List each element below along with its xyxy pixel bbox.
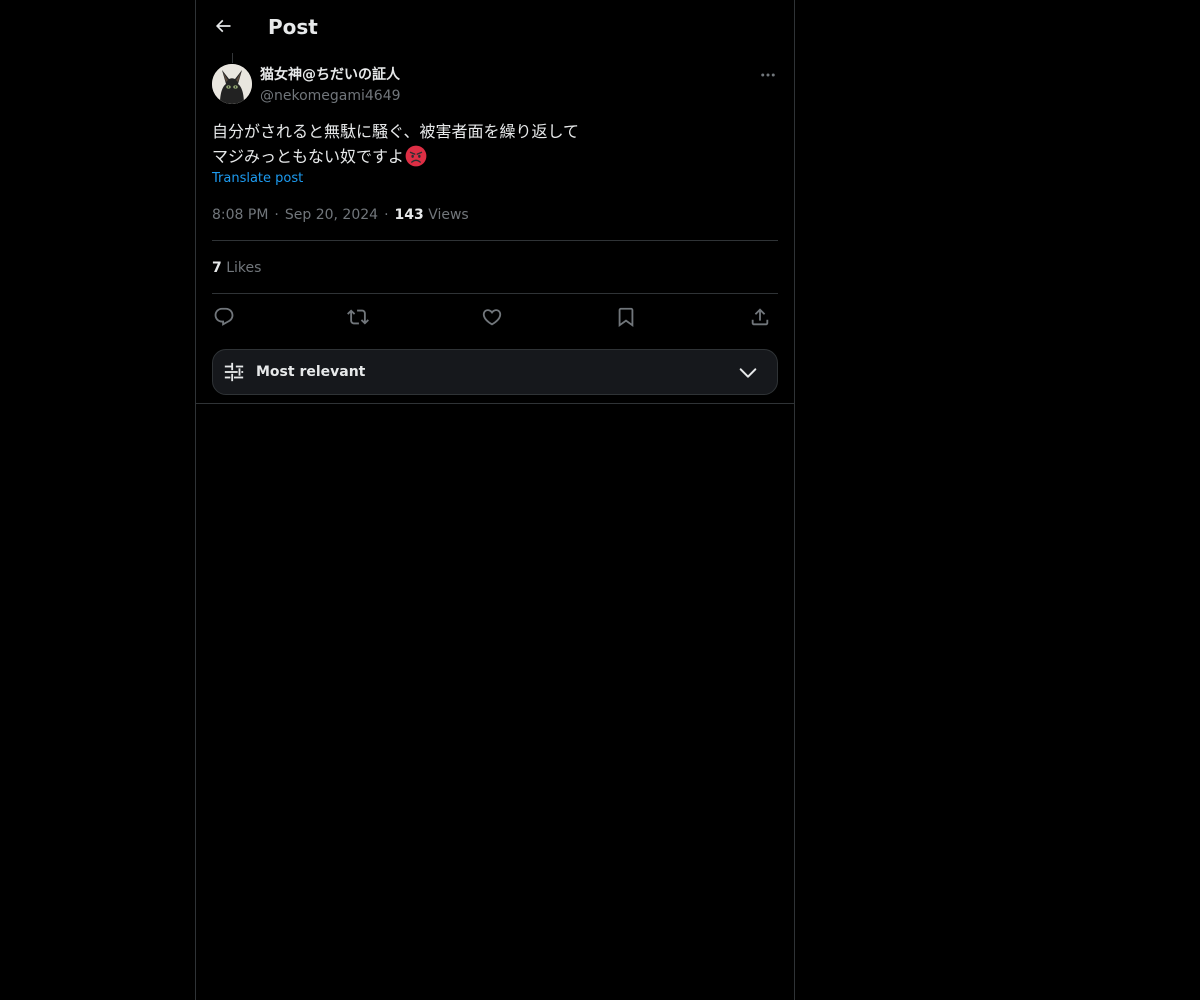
bookmark-button[interactable]: [614, 305, 638, 329]
chevron-down-icon: [739, 368, 757, 378]
author-handle[interactable]: @nekomegami4649: [260, 86, 401, 106]
black-cat-avatar: [212, 64, 252, 104]
divider: [212, 240, 778, 241]
views-label: Views: [428, 207, 469, 223]
avatar[interactable]: [212, 64, 252, 104]
translate-post-link[interactable]: Translate post: [212, 170, 303, 188]
post-text-line: 自分がされると無駄に騒ぐ、被害者面を繰り返して: [212, 122, 580, 141]
post-metadata: 8:08 PM · Sep 20, 2024 · 143 Views: [212, 205, 469, 225]
share-button[interactable]: [748, 305, 772, 329]
author-display-name[interactable]: 猫女神@ちだいの証人: [260, 65, 400, 85]
likes-count: 7: [212, 260, 222, 276]
divider: [212, 293, 778, 294]
post-actions: [212, 305, 778, 329]
heart-icon: [482, 309, 502, 326]
like-button[interactable]: [480, 305, 504, 329]
post-text-line-with-emoji: マジみっともない奴ですよ: [212, 144, 772, 169]
page-header: Post: [196, 0, 794, 53]
repost-icon: [347, 309, 369, 325]
more-horizontal-icon: [761, 73, 775, 77]
back-button[interactable]: [208, 11, 238, 41]
reply-icon: [214, 307, 234, 326]
repost-button[interactable]: [346, 305, 370, 329]
meta-separator: ·: [384, 207, 389, 223]
bookmark-icon: [618, 307, 634, 328]
post-date[interactable]: Sep 20, 2024: [285, 207, 378, 223]
post-time[interactable]: 8:08 PM: [212, 207, 268, 223]
post-text-line: マジみっともない奴ですよ: [212, 147, 405, 166]
views-count: 143: [394, 207, 424, 223]
more-options-button[interactable]: [756, 66, 780, 84]
likes-label: Likes: [226, 260, 262, 276]
thread-connector: [232, 53, 233, 63]
primary-column: Post 猫女神@ちだいの証人 @nekomegami4649 自分がされると無…: [195, 0, 795, 1000]
share-icon: [751, 308, 769, 326]
arrow-left-icon: [215, 19, 231, 33]
section-divider: [196, 403, 794, 404]
angry-face-emoji: [405, 145, 427, 167]
sort-label: Most relevant: [256, 364, 366, 380]
page-title: Post: [268, 15, 318, 39]
reply-button[interactable]: [212, 305, 236, 329]
likes-link[interactable]: 7 Likes: [212, 258, 261, 278]
reply-sort-dropdown[interactable]: Most relevant: [212, 349, 778, 395]
sliders-icon: [224, 362, 244, 382]
post-text: 自分がされると無駄に騒ぐ、被害者面を繰り返して マジみっともない奴ですよ: [212, 119, 772, 169]
meta-separator: ·: [274, 207, 279, 223]
